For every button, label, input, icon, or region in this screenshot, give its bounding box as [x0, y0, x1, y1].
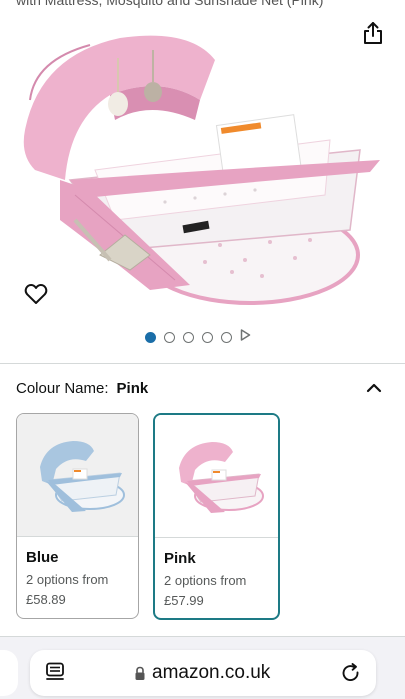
swatch-name: Blue [26, 549, 59, 566]
product-image[interactable] [0, 20, 405, 320]
pager-dot-4[interactable] [202, 331, 213, 343]
colour-swatch-blue[interactable]: Blue 2 options from £58.89 [16, 413, 139, 619]
heart-icon [24, 284, 48, 304]
product-title: with Mattress, Mosquito and Sunshade Net… [16, 0, 324, 8]
swatch-price: £57.99 [164, 593, 204, 608]
swatch-image [17, 414, 138, 537]
pager-dot-1[interactable] [145, 331, 156, 343]
colour-selected-value: Pink [116, 379, 149, 397]
page-menu-icon[interactable] [44, 661, 66, 683]
colour-selector-header[interactable]: Colour Name: Pink [16, 377, 389, 399]
url-text: amazon.co.uk [152, 662, 271, 683]
image-pager [145, 328, 251, 346]
swatch-image [155, 415, 278, 538]
swatch-options: 2 options from [26, 572, 109, 587]
section-divider [0, 363, 405, 364]
reload-icon[interactable] [340, 662, 362, 684]
wishlist-button[interactable] [22, 280, 50, 308]
colour-swatch-pink[interactable]: Pink 2 options from £57.99 [153, 413, 280, 620]
swatch-options: 2 options from [164, 573, 247, 588]
url-display[interactable]: amazon.co.uk [134, 662, 270, 684]
chevron-up-icon[interactable] [365, 379, 383, 397]
pager-dot-3[interactable] [183, 331, 194, 343]
video-play-icon[interactable] [240, 328, 251, 346]
pager-dot-2[interactable] [164, 331, 175, 343]
previous-tab-stub[interactable] [0, 650, 18, 696]
pager-dot-5[interactable] [221, 331, 232, 343]
colour-label: Colour Name: [16, 379, 109, 397]
swatch-name: Pink [164, 550, 196, 567]
swatch-price: £58.89 [26, 592, 66, 607]
lock-icon [135, 666, 145, 680]
